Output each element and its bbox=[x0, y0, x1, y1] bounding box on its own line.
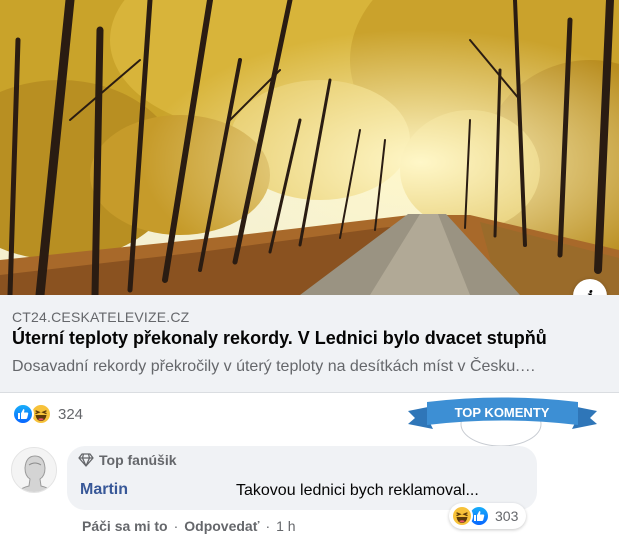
avatar[interactable] bbox=[11, 447, 57, 493]
like-link[interactable]: Páči sa mi to bbox=[82, 518, 168, 534]
comment-reactions[interactable]: 303 bbox=[449, 503, 527, 529]
comment-actions: Páči sa mi to · Odpovedať · 1 h bbox=[82, 518, 296, 534]
separator: · bbox=[173, 518, 179, 534]
comment-reaction-count: 303 bbox=[495, 508, 519, 524]
link-domain: CT24.CESKATELEVIZE.CZ bbox=[12, 309, 190, 325]
autumn-alley-photo bbox=[0, 0, 619, 295]
reply-link[interactable]: Odpovedať bbox=[184, 518, 259, 534]
top-fan-label: Top fanúšik bbox=[99, 452, 177, 468]
top-comments-label: TOP KOMENTY bbox=[455, 405, 550, 420]
post-image[interactable] bbox=[0, 0, 619, 295]
post-reactions[interactable]: 324 bbox=[12, 403, 83, 425]
comment-author[interactable]: Martin bbox=[80, 481, 128, 499]
timestamp[interactable]: 1 h bbox=[276, 518, 295, 534]
link-description: Dosavadní rekordy překročily v úterý tep… bbox=[12, 358, 536, 375]
separator: · bbox=[265, 518, 271, 534]
haha-icon bbox=[451, 505, 473, 527]
top-fan-badge: Top fanúšik bbox=[78, 452, 177, 468]
reaction-count: 324 bbox=[58, 405, 84, 423]
comment-text: Takovou lednici bych reklamoval... bbox=[236, 482, 479, 499]
link-title[interactable]: Úterní teploty překonaly rekordy. V Ledn… bbox=[12, 328, 547, 349]
like-icon bbox=[12, 403, 34, 425]
diamond-icon bbox=[78, 453, 94, 467]
